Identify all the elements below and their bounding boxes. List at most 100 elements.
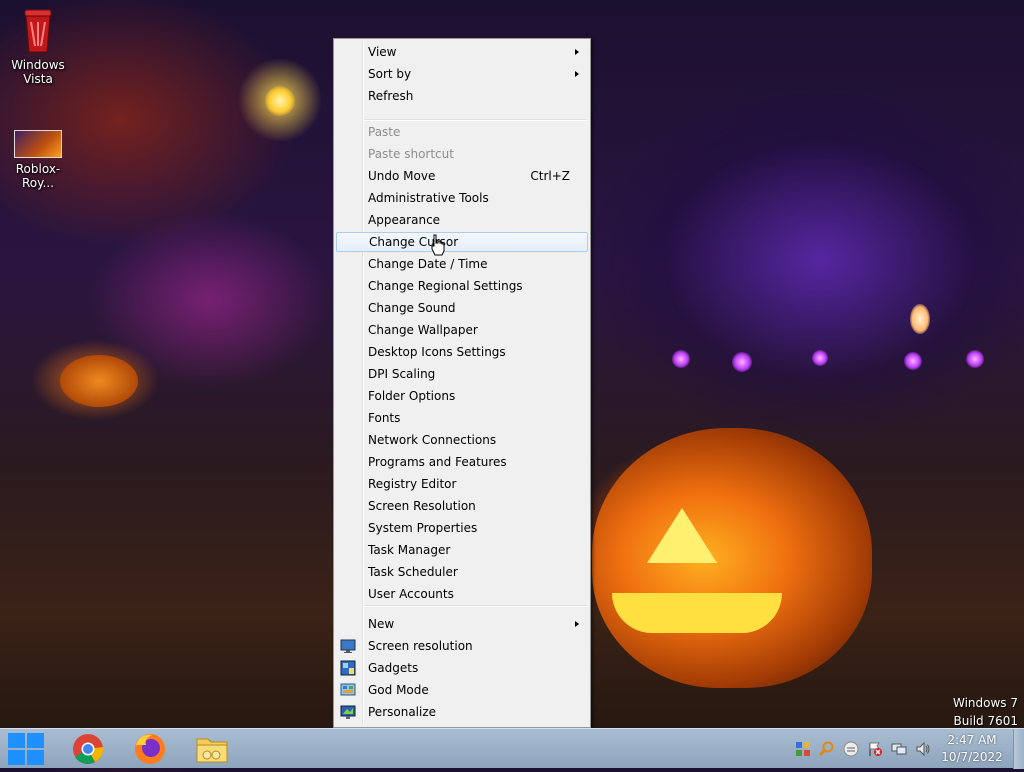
menu-item-label: Change Regional Settings: [368, 279, 523, 293]
messenger-icon[interactable]: [843, 741, 859, 757]
menu-item-label: Undo Move: [368, 169, 436, 183]
desktop-icon-recycle-bin[interactable]: Windows Vista: [0, 8, 76, 86]
menu-item-label: Paste: [368, 125, 401, 139]
menu-item-folder-options[interactable]: Folder Options: [336, 386, 588, 406]
action-center-icon[interactable]: [795, 741, 811, 757]
menu-item-appearance[interactable]: Appearance: [336, 210, 588, 230]
taskbar-firefox-button[interactable]: [126, 731, 174, 767]
start-button[interactable]: [4, 729, 48, 769]
menu-item-administrative-tools[interactable]: Administrative Tools: [336, 188, 588, 208]
menu-item-label: View: [368, 45, 397, 59]
menu-item-gadgets[interactable]: Gadgets: [336, 658, 588, 678]
wallpaper-small-pumpkin: [60, 355, 138, 407]
control-panel-icon: [340, 682, 356, 698]
taskbar-chrome-button[interactable]: [64, 731, 112, 767]
menu-item-programs-and-features[interactable]: Programs and Features: [336, 452, 588, 472]
show-desktop-button[interactable]: [1013, 729, 1024, 769]
menu-item-task-scheduler[interactable]: Task Scheduler: [336, 562, 588, 582]
menu-item-label: Personalize: [368, 705, 437, 719]
menu-item-sort-by[interactable]: Sort by: [336, 64, 588, 84]
menu-item-label: Appearance: [368, 213, 441, 227]
menu-item-label: Administrative Tools: [368, 191, 489, 205]
desktop-icon-label: Windows: [11, 58, 65, 72]
menu-item-label: Fonts: [368, 411, 401, 425]
menu-item-shortcut: Ctrl+Z: [530, 169, 570, 183]
menu-item-label: God Mode: [368, 683, 429, 697]
gadgets-icon: [340, 660, 356, 676]
menu-item-label: Programs and Features: [368, 455, 507, 469]
desktop-icon-label: Vista: [23, 72, 53, 86]
menu-item-change-sound[interactable]: Change Sound: [336, 298, 588, 318]
menu-item-view[interactable]: View: [336, 42, 588, 62]
taskbar: 2:47 AM 10/7/2022: [0, 728, 1024, 769]
menu-item-label: Task Manager: [368, 543, 451, 557]
desktop-icon-label: Roblox-Roy...: [15, 162, 61, 190]
network-icon[interactable]: [891, 741, 907, 757]
menu-item-label: Screen resolution: [368, 639, 473, 653]
menu-item-label: User Accounts: [368, 587, 454, 601]
menu-item-label: System Properties: [368, 521, 478, 535]
menu-item-label: Refresh: [368, 89, 414, 103]
menu-item-label: DPI Scaling: [368, 367, 436, 381]
menu-item-change-date-time[interactable]: Change Date / Time: [336, 254, 588, 274]
wallpaper-purple-light: [904, 352, 922, 370]
windows-build-watermark: Windows 7 Build 7601: [953, 694, 1018, 730]
chrome-icon: [73, 734, 104, 764]
windows-logo-icon: [8, 733, 44, 765]
menu-item-change-wallpaper[interactable]: Change Wallpaper: [336, 320, 588, 340]
watermark-line: Windows 7: [952, 696, 1018, 710]
menu-item-label: Task Scheduler: [368, 565, 458, 579]
submenu-arrow-icon: [575, 621, 579, 627]
volume-icon[interactable]: [915, 741, 931, 757]
menu-item-undo-move[interactable]: Undo Move Ctrl+Z: [336, 166, 588, 186]
submenu-arrow-icon: [575, 71, 579, 77]
search-icon[interactable]: [818, 741, 835, 757]
menu-item-desktop-icons-settings[interactable]: Desktop Icons Settings: [336, 342, 588, 362]
clock-date: 10/7/2022: [941, 750, 1003, 764]
flag-alert-icon[interactable]: [867, 741, 883, 757]
recycle-bin-icon: [21, 8, 55, 54]
desktop-context-menu: View Sort by Refresh Paste Paste shortcut Und…: [333, 38, 591, 728]
menu-item-label: Registry Editor: [368, 477, 457, 491]
submenu-arrow-icon: [575, 49, 579, 55]
taskbar-clock[interactable]: 2:47 AM 10/7/2022: [936, 732, 1008, 766]
menu-item-paste-shortcut: Paste shortcut: [336, 144, 588, 164]
file-explorer-icon: [196, 738, 228, 763]
mouse-cursor-hand-icon: [431, 234, 445, 256]
display-icon: [340, 638, 356, 654]
menu-item-dpi-scaling[interactable]: DPI Scaling: [336, 364, 588, 384]
menu-item-system-properties[interactable]: System Properties: [336, 518, 588, 538]
menu-item-label: New: [368, 617, 395, 631]
wallpaper-pumpkin: [592, 428, 872, 688]
image-file-icon: [14, 130, 62, 158]
menu-item-screen-resolution[interactable]: Screen Resolution: [336, 496, 588, 516]
menu-item-user-accounts[interactable]: User Accounts: [336, 584, 588, 604]
menu-item-label: Change Sound: [368, 301, 456, 315]
wallpaper-purple-light: [966, 350, 984, 368]
clock-time: 2:47 AM: [947, 733, 997, 747]
menu-separator: [364, 605, 587, 607]
menu-item-refresh[interactable]: Refresh: [336, 86, 588, 106]
menu-separator: [364, 119, 587, 121]
wallpaper-purple-light: [732, 352, 752, 372]
menu-item-change-regional-settings[interactable]: Change Regional Settings: [336, 276, 588, 296]
menu-item-screen-resolution[interactable]: Screen resolution: [336, 636, 588, 656]
menu-item-god-mode[interactable]: God Mode: [336, 680, 588, 700]
menu-item-task-manager[interactable]: Task Manager: [336, 540, 588, 560]
menu-item-label: Network Connections: [368, 433, 497, 447]
menu-item-label: Sort by: [368, 67, 412, 81]
wallpaper-purple-light: [672, 350, 690, 368]
menu-item-label: Gadgets: [368, 661, 419, 675]
menu-item-personalize[interactable]: Personalize: [336, 702, 588, 722]
pumpkin-eye: [647, 508, 717, 563]
wallpaper-lamp: [265, 86, 295, 116]
menu-item-label: Change Wallpaper: [368, 323, 478, 337]
menu-item-fonts[interactable]: Fonts: [336, 408, 588, 428]
taskbar-explorer-button[interactable]: [188, 731, 236, 767]
pumpkin-mouth: [612, 593, 782, 633]
desktop-icon-roblox-shortcut[interactable]: Roblox-Roy...: [0, 130, 76, 190]
menu-item-registry-editor[interactable]: Registry Editor: [336, 474, 588, 494]
menu-item-new[interactable]: New: [336, 614, 588, 634]
menu-item-network-connections[interactable]: Network Connections: [336, 430, 588, 450]
menu-item-change-cursor[interactable]: Change Cursor: [336, 232, 588, 252]
